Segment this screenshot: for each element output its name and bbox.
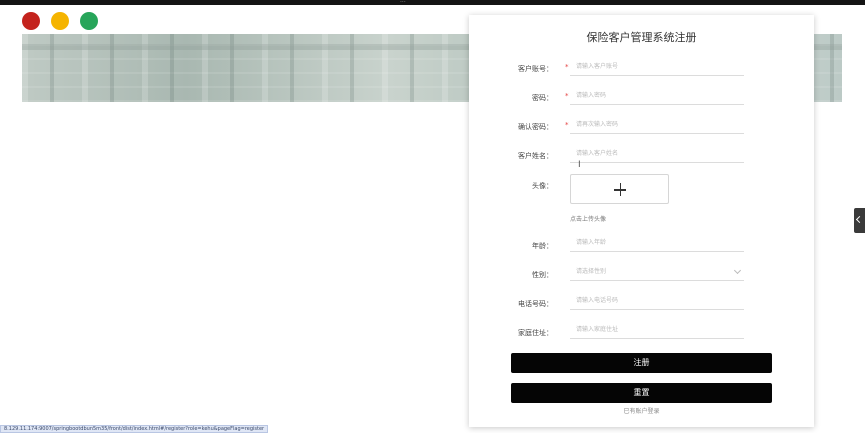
password-label: 密码：: [532, 94, 553, 102]
page-title: 保险客户管理系统注册: [586, 31, 697, 44]
status-bar-url: 8.129.11.174:9007/springbootdbun5m35/fro…: [0, 425, 269, 433]
minimize-window-button[interactable]: [51, 12, 69, 30]
text-cursor: I: [578, 160, 581, 170]
browser-topbar: ...: [0, 0, 865, 5]
age-input[interactable]: 请输入年龄: [570, 237, 744, 252]
address-label: 家庭住址：: [518, 329, 553, 337]
gender-select-placeholder: 请选择性别: [576, 268, 607, 275]
reset-button[interactable]: 重置: [511, 383, 772, 403]
password-input[interactable]: 请输入密码: [570, 90, 744, 105]
plus-icon-vertical: [619, 183, 621, 196]
required-mark: *: [565, 121, 569, 129]
phone-input[interactable]: 请输入电话号码: [570, 295, 744, 310]
side-collapse-tab[interactable]: [854, 208, 865, 233]
chevron-left-icon: [855, 215, 864, 224]
gender-select[interactable]: 请选择性别: [570, 266, 744, 281]
register-button[interactable]: 注册: [511, 353, 772, 373]
avatar-upload-box[interactable]: [570, 174, 669, 204]
register-card: 保险客户管理系统注册 客户账号： * 请输入客户账号 密码： * 请输入密码 确…: [469, 15, 814, 427]
confirm-password-input[interactable]: 请再次输入密码: [570, 119, 744, 134]
account-label: 客户账号：: [518, 65, 553, 73]
required-mark: *: [565, 63, 569, 71]
avatar-label: 头像：: [532, 182, 553, 190]
maximize-window-button[interactable]: [80, 12, 98, 30]
age-label: 年龄：: [532, 242, 553, 250]
name-label: 客户姓名：: [518, 152, 553, 160]
close-window-button[interactable]: [22, 12, 40, 30]
name-input[interactable]: 请输入客户姓名: [570, 148, 744, 163]
browser-title-text: ...: [400, 0, 406, 4]
confirm-password-label: 确认密码：: [518, 123, 553, 131]
address-input[interactable]: 请输入家庭住址: [570, 324, 744, 339]
required-mark: *: [565, 92, 569, 100]
chevron-down-icon: [733, 266, 742, 275]
avatar-upload-hint[interactable]: 点击上传头像: [570, 214, 606, 223]
gender-label: 性别：: [532, 271, 553, 279]
account-input[interactable]: 请输入客户账号: [570, 61, 744, 76]
phone-label: 电话号码：: [518, 300, 553, 308]
login-link[interactable]: 已有账户登录: [469, 406, 814, 415]
